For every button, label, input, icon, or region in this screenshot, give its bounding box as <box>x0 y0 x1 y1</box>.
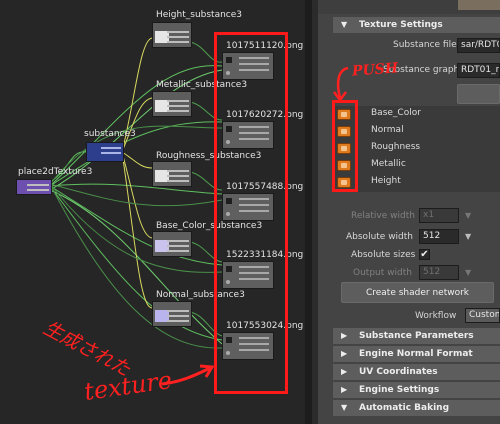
metallic-node[interactable] <box>152 91 192 117</box>
dropdown-arrow-icon[interactable]: ▼ <box>465 211 471 220</box>
roughness-node[interactable] <box>152 161 192 187</box>
base-color-node[interactable] <box>152 231 192 257</box>
relative-width-label: Relative width <box>351 211 415 221</box>
collapsed-arrow-icon: ▶ <box>341 385 348 394</box>
section-uv-coordinates[interactable]: ▶ UV Coordinates <box>333 364 500 380</box>
absolute-width-field[interactable]: 512 <box>419 229 459 244</box>
substance-file-field[interactable]: sar/RDT0 <box>457 38 500 53</box>
absolute-sizes-label: Absolute sizes <box>351 250 416 260</box>
output-list: Base_Color Normal Roughness Metallic Hei… <box>333 106 500 192</box>
generated-texture-highlight <box>214 32 288 394</box>
substance-node[interactable] <box>86 142 124 162</box>
section-substance-parameters[interactable]: ▶ Substance Parameters <box>333 328 500 344</box>
create-shader-network-button[interactable]: Create shader network <box>341 282 494 303</box>
place2d-node[interactable] <box>16 179 52 195</box>
material-thumbnail <box>458 0 500 10</box>
substance-node-label: substance3 <box>84 129 136 139</box>
expanded-arrow-icon: ▼ <box>341 403 348 412</box>
editor-scrollbar[interactable] <box>305 0 312 424</box>
list-item[interactable]: Metallic <box>333 157 500 174</box>
push-highlight <box>332 100 358 192</box>
absolute-width-label: Absolute width <box>346 232 414 242</box>
section-texture-settings[interactable]: ▼ Texture Settings <box>333 17 500 33</box>
substance-file-label: Substance file <box>393 40 457 50</box>
list-item[interactable]: Base_Color <box>333 106 500 123</box>
output-width-field[interactable]: 512 <box>419 265 459 280</box>
dropdown-arrow-icon[interactable]: ▼ <box>465 232 471 241</box>
list-item[interactable]: Roughness <box>333 140 500 157</box>
section-engine-settings[interactable]: ▶ Engine Settings <box>333 382 500 398</box>
section-engine-normal-format[interactable]: ▶ Engine Normal Format <box>333 346 500 362</box>
annotation-arrow-icon <box>161 364 215 386</box>
section-automatic-baking[interactable]: ▼ Automatic Baking <box>333 400 500 416</box>
height-node[interactable] <box>152 22 192 48</box>
collapsed-arrow-icon: ▶ <box>341 367 348 376</box>
push-arrow-icon <box>333 66 349 103</box>
workflow-dropdown[interactable]: Custom <box>465 308 500 323</box>
list-item[interactable]: Height <box>333 174 500 191</box>
workflow-label: Workflow <box>415 311 457 321</box>
relative-width-field[interactable]: x1 <box>419 208 459 223</box>
normal-node[interactable] <box>152 301 192 327</box>
substance-graph-field[interactable]: RDT01_r <box>457 63 500 78</box>
place2d-node-label: place2dTexture3 <box>18 167 93 177</box>
expanded-arrow-icon: ▼ <box>341 20 348 29</box>
graph-action-button[interactable] <box>457 84 500 104</box>
collapsed-arrow-icon: ▶ <box>341 331 348 340</box>
list-item[interactable]: Normal <box>333 123 500 140</box>
node-editor[interactable]: place2dTexture3 substance3 Height_substa… <box>0 0 312 424</box>
absolute-sizes-checkbox[interactable]: ✔ <box>419 249 430 260</box>
output-width-label: Output width <box>353 268 412 278</box>
height-node-label: Height_substance3 <box>156 10 243 20</box>
collapsed-arrow-icon: ▶ <box>341 349 348 358</box>
push-annotation: PUSH <box>351 60 399 80</box>
dropdown-arrow-icon[interactable]: ▼ <box>465 268 471 277</box>
